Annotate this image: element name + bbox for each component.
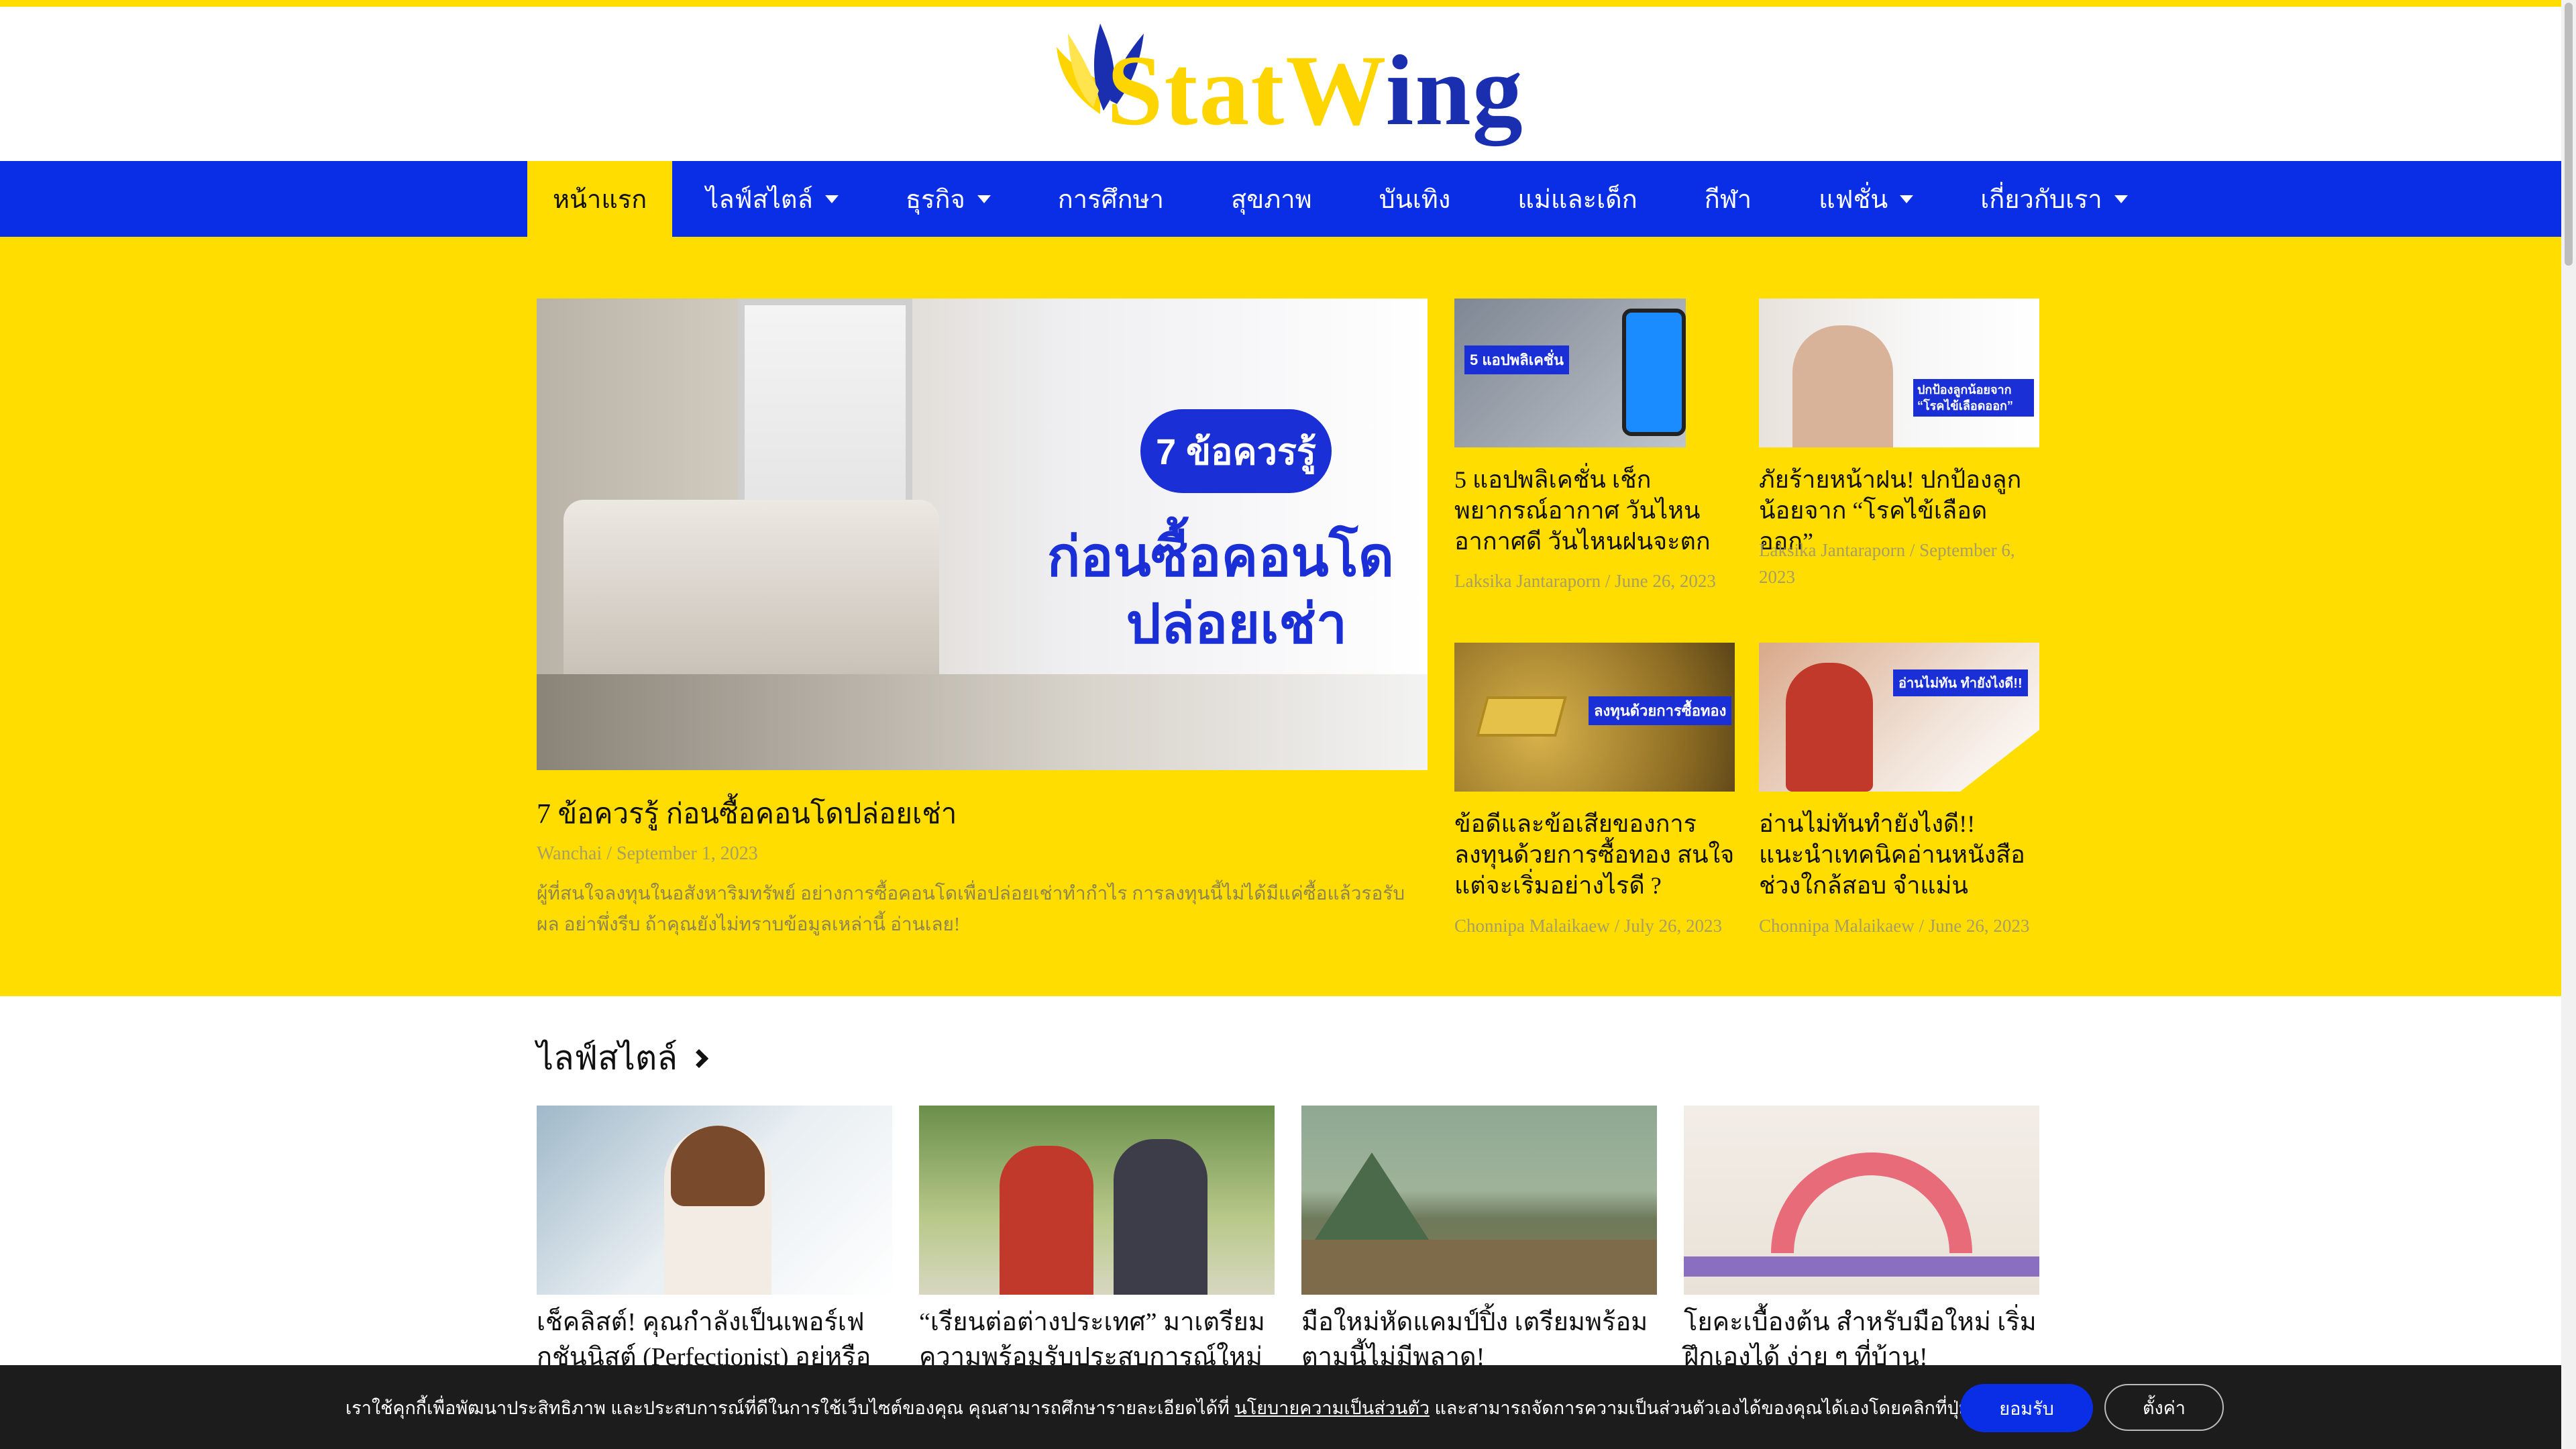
nav-label: หน้าแรก [553,186,647,214]
nav-label: การศึกษา [1057,186,1165,214]
student-boy-graphic [1000,1146,1093,1295]
logo-part-w: W [1285,35,1386,146]
featured-article-meta: Wanchai / September 1, 2023 [537,843,758,864]
lifestyle-article-image[interactable] [919,1106,1275,1295]
phone-graphic [1622,309,1686,436]
lifestyle-article-title[interactable]: มือใหม่หัดแคมป์ปิ้ง เตรียมพร้อมตามนี้ไม่… [1301,1305,1657,1375]
article-card-image[interactable]: อ่านไม่ทัน ทำยังไงดี!! [1759,643,2039,792]
article-card-image[interactable]: 5 แอปพลิเคชั่น [1454,299,1735,447]
nav-item-lifestyle[interactable]: ไลฟ์สไตล์ [672,161,872,237]
scrollbar-thumb[interactable] [2565,3,2573,266]
caret-down-icon [1900,195,1914,203]
caret-down-icon [824,195,839,203]
top-accent-stripe [0,0,2576,7]
nav-item-health[interactable]: สุขภาพ [1197,161,1346,237]
cookie-text-before: เราใช้คุกกี้เพื่อพัฒนาประสิทธิภาพ และประ… [345,1398,1235,1418]
page-scrollbar[interactable] [2561,0,2576,1449]
nav-label: ธุรกิจ [905,186,965,214]
cookie-settings-button[interactable]: ตั้งค่า [2104,1384,2224,1431]
mother-baby-graphic [1792,325,1893,447]
student-girl-graphic [1114,1139,1208,1295]
image-caption: ลงทุนด้วยการซื้อทอง [1589,696,1732,725]
article-card-title[interactable]: ข้อดีและข้อเสียของการลงทุนด้วยการซื้อทอง… [1454,808,1736,901]
nav-label: กีฬา [1704,186,1752,214]
lifestyle-article-image[interactable] [1684,1106,2039,1295]
cookie-text-after: และสามารถจัดการความเป็นส่วนตัวเองได้ของค… [1430,1398,2014,1418]
article-card-meta: Chonnipa Malaikaew / July 26, 2023 [1454,916,1722,936]
image-caption: ปกป้องลูกน้อยจาก “โรคไข้เลือดออก” [1913,379,2034,417]
student-graphic [1786,663,1873,792]
featured-article-excerpt: ผู้ที่สนใจลงทุนในอสังหาริมทรัพย์ อย่างกา… [537,883,1405,935]
accept-cookies-button[interactable]: ยอมรับ [1960,1384,2093,1432]
article-card-image[interactable]: ปกป้องลูกน้อยจาก “โรคไข้เลือดออก” [1759,299,2039,447]
nav-label: แม่และเด็ก [1517,186,1638,214]
nav-item-mother-child[interactable]: แม่และเด็ก [1484,161,1670,237]
ground-graphic [1301,1240,1657,1295]
article-card-meta: Laksika Jantaraporn / September 6, 2023 [1759,540,2015,587]
lifestyle-article-image[interactable] [1301,1106,1657,1295]
privacy-policy-link[interactable]: นโยบายความเป็นส่วนตัว [1234,1398,1430,1418]
article-card-title[interactable]: 5 แอปพลิเคชั่น เช็กพยากรณ์อากาศ วันไหนอา… [1454,464,1736,557]
image-headline-line2: ปล่อยเช่า [1126,594,1347,655]
featured-article-image[interactable]: 7 ข้อควรรู้ ก่อนซื้อคอนโด ปล่อยเช่า [537,299,1428,770]
image-badge: 7 ข้อควรรู้ [1140,409,1332,493]
nav-label: เกี่ยวกับเรา [1980,186,2102,214]
image-accent [1686,299,1735,447]
gold-bar-graphic [1475,696,1568,737]
article-card-image[interactable]: ลงทุนด้วยการซื้อทอง [1454,643,1735,792]
statwing-logo[interactable]: StatWing [1053,20,1523,161]
image-accent [1960,730,2039,792]
nav-item-about[interactable]: เกี่ยวกับเรา [1947,161,2161,237]
nav-label: สุขภาพ [1231,186,1312,214]
nav-label: ไลฟ์สไตล์ [706,186,813,214]
nav-item-home[interactable]: หน้าแรก [527,161,673,237]
room-bed-graphic [564,500,939,674]
tent-graphic [1315,1152,1429,1240]
featured-article-title[interactable]: 7 ข้อควรรู้ ก่อนซื้อคอนโดปล่อยเช่า [537,792,957,836]
chevron-right-icon [689,1049,709,1068]
lifestyle-article-image[interactable] [537,1106,892,1295]
caret-down-icon [2114,195,2128,203]
section-title-text: ไลฟ์สไตล์ [537,1039,678,1077]
image-caption: อ่านไม่ทัน ทำยังไงดี!! [1893,669,2028,696]
article-card-title[interactable]: อ่านไม่ทันทำยังไงดี!! แนะนำเทคนิคอ่านหนั… [1759,808,2041,901]
lifestyle-article-title[interactable]: โยคะเบื้องต้น สำหรับมือใหม่ เริ่มฝึกเองไ… [1684,1305,2039,1375]
nav-item-entertainment[interactable]: บันเทิง [1346,161,1485,237]
nav-menu: หน้าแรก ไลฟ์สไตล์ ธุรกิจ การศึกษา สุขภาพ… [527,161,2161,237]
nav-label: บันเทิง [1379,186,1451,214]
article-card-meta: Chonnipa Malaikaew / June 26, 2023 [1759,916,2030,936]
caret-down-icon [977,195,991,203]
logo-part-ing: ing [1385,35,1524,146]
nav-label: แฟชั่น [1819,186,1888,214]
cookie-consent-banner: เราใช้คุกกี้เพื่อพัฒนาประสิทธิภาพ และประ… [0,1365,2576,1449]
yoga-mat-graphic [1684,1256,2039,1277]
article-card-meta: Laksika Jantaraporn / June 26, 2023 [1454,571,1716,591]
yoga-pose-graphic [1771,1152,1972,1253]
main-navigation-bar: หน้าแรก ไลฟ์สไตล์ ธุรกิจ การศึกษา สุขภาพ… [0,161,2576,237]
logo-wordmark: StatWing [1107,40,1524,141]
cookie-message: เราใช้คุกกี้เพื่อพัฒนาประสิทธิภาพ และประ… [345,1393,2014,1422]
site-header: StatWing [0,7,2576,161]
nav-item-business[interactable]: ธุรกิจ [872,161,1024,237]
nav-item-sports[interactable]: กีฬา [1671,161,1785,237]
room-floor-graphic [537,674,1428,770]
section-title-lifestyle[interactable]: ไลฟ์สไตล์ [537,1032,709,1085]
nav-item-fashion[interactable]: แฟชั่น [1785,161,1947,237]
logo-part-stat: Stat [1107,35,1286,146]
nav-item-education[interactable]: การศึกษา [1024,161,1197,237]
image-caption: 5 แอปพลิเคชั่น [1464,345,1569,374]
